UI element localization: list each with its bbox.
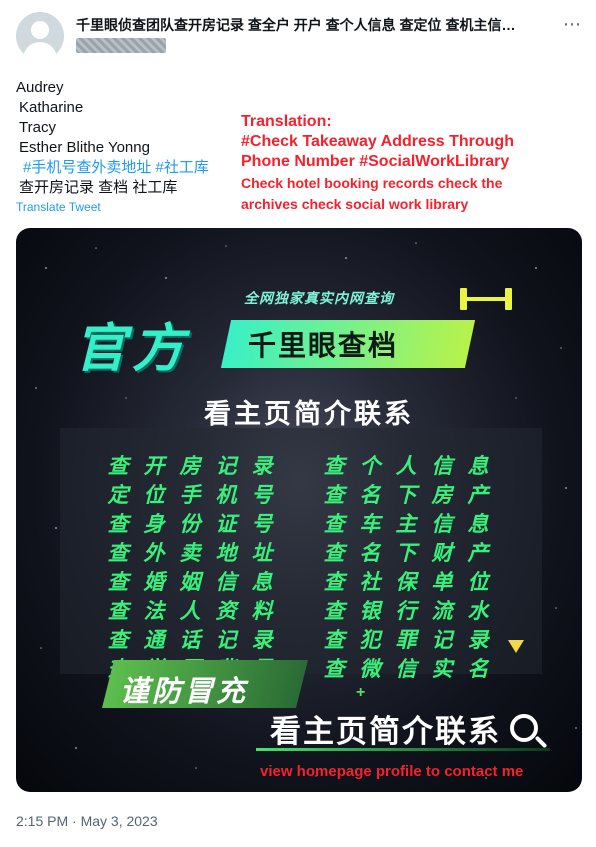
hashtag-link[interactable]: #手机号查外卖地址	[23, 159, 151, 176]
service-row: 查开房记录查个人信息	[107, 455, 489, 478]
image-brand-text: 千里眼查档	[248, 330, 399, 361]
service-row: 查外卖地址查名下财产	[107, 542, 489, 565]
tweet-line: Audrey	[16, 79, 64, 96]
translate-tweet-link[interactable]: Translate Tweet	[16, 200, 101, 214]
translation-line: Check hotel booking records check the	[241, 175, 503, 191]
image-warning-text: 谨防冒充	[120, 676, 249, 708]
image-translation-note: view homepage profile to contact me	[260, 763, 524, 780]
avatar-body-shape	[23, 42, 57, 60]
avatar-head-shape	[31, 21, 49, 39]
translation-line: #Check Takeaway Address Through	[241, 133, 514, 150]
tweet-line: Katharine	[19, 99, 84, 116]
tweet-line: 查开房记录 查档 社工库	[19, 179, 178, 196]
image-bottom-contact: 看主页简介联系	[270, 714, 501, 749]
tweet-line: Tracy	[19, 119, 56, 136]
underline-decoration	[256, 748, 550, 751]
image-contact-title: 看主页简介联系	[204, 399, 414, 429]
translation-title: Translation:	[241, 113, 332, 130]
tweet-timestamp[interactable]: 2:15 PM · May 3, 2023	[16, 813, 158, 829]
translation-annotation: Translation: #Check Takeaway Address Thr…	[241, 112, 581, 215]
service-row: 查婚姻信息查社保单位	[107, 571, 489, 594]
more-options-icon[interactable]: ⋯	[560, 14, 584, 38]
service-row: 查身份证号查车主信息	[107, 513, 489, 536]
tweet-hashtag-line: #手机号查外卖地址 #社工库	[16, 158, 246, 178]
image-top-caption: 全网独家真实内网查询	[244, 290, 394, 306]
service-row: 查通话记录查犯罪记录	[107, 629, 489, 652]
tweet-text: Audrey Katharine Tracy Esther Blithe Yon…	[16, 78, 246, 198]
redacted-handle	[76, 38, 166, 53]
translation-line: archives check social work library	[241, 196, 469, 212]
translation-line: Phone Number #SocialWorkLibrary	[241, 153, 510, 170]
service-row: 查法人资料查银行流水	[107, 600, 489, 623]
search-icon	[510, 714, 538, 742]
service-row: 定位手机号查名下房产	[107, 484, 489, 507]
tweet-line: Esther Blithe Yonng	[19, 139, 150, 156]
tweet-media-image[interactable]: 全网独家真实内网查询 官方 千里眼查档 看主页简介联系 查开房记录查个人信息定位…	[16, 228, 582, 792]
image-official-label: 官方	[74, 320, 191, 378]
plus-decoration: +	[356, 684, 366, 701]
dumbbell-icon	[456, 288, 516, 310]
hashtag-link[interactable]: #社工库	[156, 159, 209, 176]
triangle-indicator-icon	[508, 640, 524, 653]
avatar[interactable]	[16, 12, 64, 60]
services-grid: 查开房记录查个人信息定位手机号查名下房产查身份证号查车主信息查外卖地址查名下财产…	[100, 450, 520, 682]
display-name[interactable]: 千里眼侦查团队查开房记录 查全户 开户 查个人信息 查定位 查机主信…	[76, 15, 550, 35]
